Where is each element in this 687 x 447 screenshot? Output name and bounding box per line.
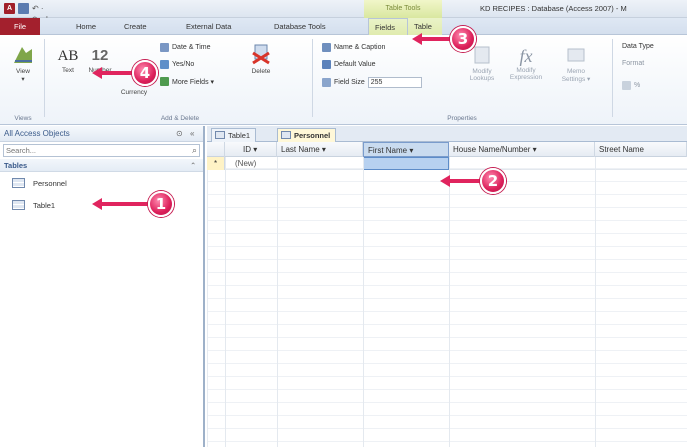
grid-line bbox=[277, 157, 278, 447]
document-tab-bar: Table1 Personnel bbox=[207, 126, 687, 142]
save-icon[interactable] bbox=[18, 3, 29, 14]
search-icon[interactable]: ⌕ bbox=[192, 145, 197, 156]
search-input[interactable] bbox=[4, 145, 199, 156]
expression-icon: fx bbox=[519, 46, 533, 66]
grid-line bbox=[449, 157, 450, 447]
nav-search-box: ⌕ bbox=[3, 144, 200, 157]
field-size-control: Field Size 255 bbox=[322, 77, 422, 88]
divider bbox=[44, 39, 45, 117]
more-fields-icon bbox=[160, 77, 169, 86]
title-bar: A ↶ · ↷ · |▾ Table Tools KD RECIPES : Da… bbox=[0, 0, 687, 35]
date-time-button[interactable]: Date & Time bbox=[160, 43, 211, 52]
navigation-pane: All Access Objects ⊙ « ⌕ Tables ⌃ Person… bbox=[0, 126, 205, 447]
grid-line bbox=[225, 157, 226, 447]
callout-1: 1 bbox=[92, 191, 174, 217]
tab-database-tools[interactable]: Database Tools bbox=[268, 18, 332, 35]
view-button[interactable]: View ▾ bbox=[8, 43, 38, 83]
data-type-label: Data Type bbox=[622, 43, 654, 50]
access-app-icon[interactable]: A bbox=[4, 3, 15, 14]
collapse-pane-icon[interactable]: « bbox=[190, 126, 194, 142]
nav-pane-header[interactable]: All Access Objects ⊙ « bbox=[0, 126, 203, 142]
yes-no-button[interactable]: Yes/No bbox=[160, 60, 194, 69]
column-header-house-name-number[interactable]: House Name/Number ▾ bbox=[449, 142, 595, 157]
view-icon bbox=[14, 47, 32, 63]
chevron-down-icon[interactable]: ▾ bbox=[409, 146, 413, 155]
id-cell[interactable]: (New) bbox=[225, 157, 277, 170]
divider bbox=[612, 39, 613, 117]
arrow-head bbox=[92, 198, 102, 210]
tab-fields[interactable]: Fields bbox=[368, 18, 408, 35]
callout-3: 3 bbox=[412, 26, 476, 52]
column-header-street-name[interactable]: Street Name bbox=[595, 142, 687, 157]
tab-home[interactable]: Home bbox=[70, 18, 102, 35]
column-header-last-name[interactable]: Last Name ▾ bbox=[277, 142, 363, 157]
divider bbox=[312, 39, 313, 117]
tab-file[interactable]: File bbox=[0, 18, 40, 35]
column-header-id[interactable]: ID ▾ bbox=[225, 142, 277, 157]
callout-number: 4 bbox=[132, 60, 158, 86]
tab-create[interactable]: Create bbox=[118, 18, 153, 35]
table-tools-context-label: Table Tools bbox=[364, 0, 442, 18]
text-field-button[interactable]: AB Text bbox=[54, 45, 82, 74]
arrow-head bbox=[92, 67, 102, 79]
group-collapse-icon[interactable]: ⌃ bbox=[190, 159, 196, 172]
nav-group-tables[interactable]: Tables ⌃ bbox=[0, 159, 203, 172]
arrow-line bbox=[450, 179, 480, 183]
callout-4: 4 bbox=[92, 60, 158, 86]
more-fields-button[interactable]: More Fields ▾ bbox=[160, 77, 214, 86]
views-group-label: Views bbox=[14, 115, 32, 122]
undo-redo-icons[interactable]: ↶ · ↷ · |▾ bbox=[32, 3, 50, 35]
column-header-first-name[interactable]: First Name ▾ bbox=[363, 142, 449, 157]
table-icon bbox=[12, 178, 25, 188]
default-value-button[interactable]: Default Value bbox=[322, 60, 376, 69]
doc-tab-table1[interactable]: Table1 bbox=[211, 128, 257, 142]
callout-number: 3 bbox=[450, 26, 476, 52]
chevron-down-icon[interactable]: ▾ bbox=[322, 145, 326, 154]
doc-tab-personnel[interactable]: Personnel bbox=[277, 128, 337, 142]
arrow-head bbox=[440, 175, 450, 187]
chevron-down-icon[interactable]: ▾ bbox=[533, 145, 537, 154]
new-record-marker[interactable]: * bbox=[207, 157, 225, 170]
arrow-line bbox=[102, 202, 148, 206]
arrow-line bbox=[102, 71, 132, 75]
field-size-icon bbox=[322, 78, 331, 87]
column-header-row: ID ▾ Last Name ▾ First Name ▾ House Name… bbox=[207, 142, 687, 157]
callout-2: 2 bbox=[440, 168, 506, 194]
name-caption-button[interactable]: Name & Caption bbox=[322, 43, 385, 52]
properties-group-label: Properties bbox=[447, 115, 477, 122]
table-icon bbox=[12, 200, 25, 210]
field-size-input[interactable]: 255 bbox=[367, 77, 422, 88]
memo-icon bbox=[567, 48, 585, 62]
select-all-corner[interactable] bbox=[207, 142, 225, 157]
table-icon bbox=[281, 131, 291, 139]
quick-access-toolbar: A ↶ · ↷ · |▾ bbox=[4, 3, 50, 35]
ribbon-tab-bar: File Home Create External Data Database … bbox=[0, 18, 687, 35]
table-icon bbox=[215, 131, 225, 139]
checkbox-icon bbox=[160, 60, 169, 69]
grid-line bbox=[363, 157, 364, 447]
modify-expression-button[interactable]: fx Modify Expression bbox=[508, 45, 544, 81]
calendar-icon bbox=[160, 43, 169, 52]
arrow-head bbox=[412, 33, 422, 45]
add-delete-group-label: Add & Delete bbox=[160, 115, 200, 122]
arrow-line bbox=[422, 37, 450, 41]
name-caption-icon bbox=[322, 43, 331, 52]
percent-button[interactable]: % bbox=[622, 81, 640, 90]
memo-settings-button[interactable]: Memo Settings ▾ bbox=[556, 45, 596, 83]
tab-external-data[interactable]: External Data bbox=[180, 18, 237, 35]
format-label: Format bbox=[622, 60, 645, 67]
first-name-cell[interactable] bbox=[363, 157, 449, 170]
chevron-down-icon[interactable]: ⊙ bbox=[176, 126, 183, 142]
default-value-icon bbox=[322, 60, 331, 69]
grid-line bbox=[595, 157, 596, 447]
currency-format-icon bbox=[622, 81, 631, 90]
text-icon: AB bbox=[57, 48, 79, 64]
chevron-down-icon[interactable]: ▾ bbox=[253, 145, 257, 154]
delete-icon bbox=[252, 44, 270, 65]
callout-number: 1 bbox=[148, 191, 174, 217]
delete-field-button[interactable]: Delete bbox=[246, 43, 276, 75]
window-title: KD RECIPES : Database (Access 2007) - M bbox=[480, 4, 627, 13]
callout-number: 2 bbox=[480, 168, 506, 194]
currency-field-button[interactable]: Currency bbox=[116, 89, 152, 96]
